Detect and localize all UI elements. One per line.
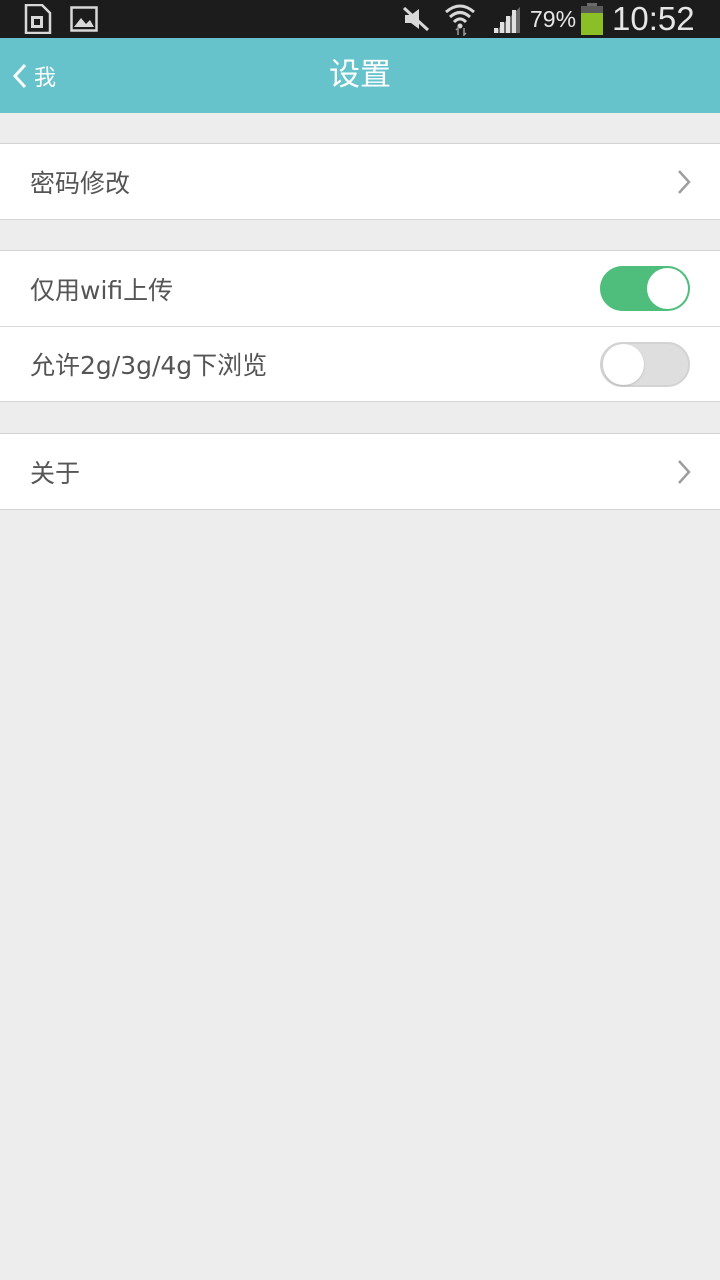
mobile-browse-label: 允许2g/3g/4g下浏览	[30, 351, 268, 380]
page-title: 设置	[329, 57, 391, 93]
battery-icon	[580, 3, 604, 39]
title-bar: 我 设置	[0, 38, 720, 113]
password-change-row[interactable]: 密码修改	[0, 144, 720, 219]
image-icon	[70, 6, 98, 36]
password-change-label: 密码修改	[30, 168, 131, 198]
wifi-icon	[444, 2, 476, 40]
toggle-knob	[603, 344, 644, 385]
about-label: 关于	[30, 458, 81, 488]
chevron-right-icon	[678, 460, 691, 484]
chevron-right-icon	[678, 170, 691, 194]
about-row[interactable]: 关于	[0, 434, 720, 509]
mobile-browse-toggle[interactable]	[600, 342, 690, 387]
status-bar: 79% 10:52	[0, 0, 720, 38]
battery-percent: 79%	[530, 6, 577, 32]
wifi-upload-label: 仅用wifi上传	[30, 275, 174, 305]
signal-icon	[492, 6, 522, 38]
settings-group-network: 仅用wifi上传 允许2g/3g/4g下浏览	[0, 250, 720, 402]
clock: 10:52	[612, 0, 695, 37]
mobile-browse-row: 允许2g/3g/4g下浏览	[0, 326, 720, 401]
settings-group-account: 密码修改	[0, 143, 720, 220]
sim-card-icon	[24, 3, 52, 38]
wifi-upload-toggle[interactable]	[600, 266, 690, 311]
mute-icon	[402, 6, 430, 36]
wifi-upload-row: 仅用wifi上传	[0, 251, 720, 326]
toggle-knob	[647, 268, 688, 309]
settings-group-about: 关于	[0, 433, 720, 510]
